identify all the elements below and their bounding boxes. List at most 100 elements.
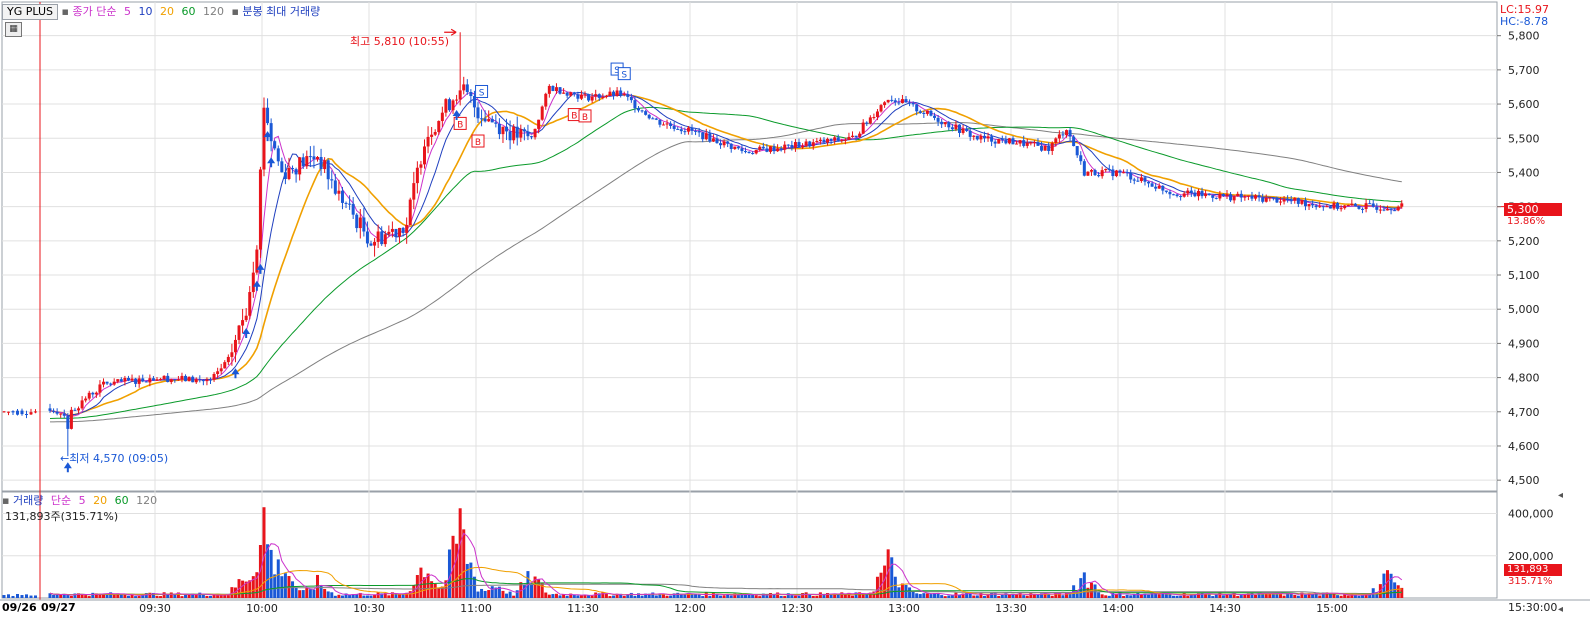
- volume-bar: [462, 529, 466, 598]
- candle-body: [1043, 145, 1047, 151]
- volume-bar: [779, 595, 783, 598]
- volume-bar: [269, 549, 273, 598]
- candle-body: [968, 130, 972, 137]
- volume-bar: [694, 594, 698, 598]
- candle-body: [155, 379, 159, 381]
- candle-body: [176, 379, 180, 381]
- volume-bar: [180, 596, 184, 598]
- volume-bar: [1221, 595, 1225, 598]
- volume-info: 131,893주(315.71%): [5, 510, 119, 523]
- volume-bar: [1122, 596, 1126, 598]
- candle-body: [258, 169, 262, 250]
- candle-body: [351, 203, 355, 215]
- candle-body: [515, 126, 519, 138]
- volume-bar: [683, 594, 687, 598]
- candle-body: [1025, 142, 1029, 146]
- volume-bar: [87, 596, 91, 598]
- candle-body: [173, 379, 177, 381]
- candle-body: [1011, 138, 1015, 145]
- date-label-current: 09/27: [41, 601, 76, 614]
- candle-body: [779, 148, 783, 150]
- volume-bar: [333, 595, 337, 598]
- volume-bar: [155, 595, 159, 598]
- candle-body: [875, 111, 879, 118]
- volume-bar: [579, 595, 583, 598]
- legend-vol-ma60: 60: [114, 494, 129, 507]
- candle-body: [66, 415, 70, 429]
- candle-body: [1350, 203, 1354, 206]
- volume-bar: [201, 594, 205, 598]
- candle-body: [961, 128, 965, 133]
- candle-body: [358, 217, 362, 229]
- volume-bar: [1357, 595, 1361, 598]
- candle-body: [1032, 142, 1036, 144]
- candle-body: [102, 381, 105, 385]
- legend-volume: 거래량: [12, 494, 44, 507]
- candle-body: [697, 131, 701, 133]
- candle-body: [298, 157, 302, 175]
- candle-body: [412, 183, 416, 200]
- legend-max-volume: 분봉 최대 거래량: [242, 5, 321, 18]
- volume-bar: [772, 594, 776, 598]
- candle-body: [273, 141, 277, 149]
- candle-body: [683, 131, 687, 133]
- candle-body: [219, 368, 223, 372]
- candle-body: [840, 140, 844, 142]
- candle-body: [1346, 205, 1350, 207]
- legend-ma20: 20: [159, 5, 174, 18]
- volume-bar: [793, 595, 797, 598]
- time-tick-label: 12:30: [781, 602, 813, 615]
- candle-body: [494, 122, 498, 124]
- volume-bar: [226, 595, 230, 598]
- candle-body: [20, 410, 24, 415]
- volume-bar: [537, 579, 541, 598]
- candle-body: [458, 90, 462, 100]
- volume-bar: [565, 595, 569, 598]
- candle-body: [583, 94, 587, 96]
- candle-body: [387, 231, 391, 235]
- candle-body: [1236, 193, 1240, 197]
- stock-chart[interactable]: BBB BSS S 4,5004,6004,7004,8004,9005,0005,…: [0, 0, 1590, 628]
- volume-bar: [166, 594, 170, 598]
- candle-body: [369, 243, 373, 246]
- candle-body: [843, 139, 847, 141]
- buy-signal-letter: B: [475, 138, 481, 148]
- candle-body: [651, 118, 655, 120]
- candle-body: [872, 117, 876, 119]
- candle-body: [162, 375, 166, 379]
- candle-body: [80, 400, 84, 409]
- candle-body: [569, 92, 573, 96]
- candle-body: [676, 128, 680, 130]
- ticker-badge[interactable]: YG PLUS: [2, 4, 58, 20]
- candle-body: [733, 146, 737, 150]
- candle-body: [1164, 190, 1168, 192]
- legend-ma5: 5: [123, 5, 131, 18]
- candle-body: [1000, 139, 1004, 141]
- candle-body: [1189, 190, 1193, 193]
- candle-body: [490, 118, 494, 123]
- candle-body: [925, 110, 929, 114]
- volume-bar: [365, 595, 369, 598]
- candle-body: [1229, 194, 1233, 201]
- volume-bar: [1139, 594, 1143, 598]
- candle-body: [933, 115, 937, 118]
- candle-body: [1072, 136, 1076, 147]
- candle-body: [904, 99, 908, 103]
- volume-bar: [112, 594, 116, 598]
- candle-body: [1214, 197, 1218, 199]
- candle-body: [833, 137, 837, 141]
- candle-body: [34, 411, 37, 413]
- calendar-icon[interactable]: ▦: [5, 22, 22, 37]
- candle-body: [1386, 209, 1389, 211]
- volume-bar: [1389, 573, 1393, 598]
- candle-body: [626, 94, 630, 97]
- volume-bar: [530, 584, 533, 598]
- candle-body: [1207, 193, 1211, 196]
- candle-body: [1100, 170, 1104, 177]
- time-tick-label: 15:00: [1316, 602, 1348, 615]
- volume-bar: [458, 508, 462, 598]
- candle-body: [547, 85, 551, 94]
- volume-bar: [476, 591, 480, 598]
- volume-bar: [747, 594, 751, 598]
- volume-bar: [754, 595, 758, 598]
